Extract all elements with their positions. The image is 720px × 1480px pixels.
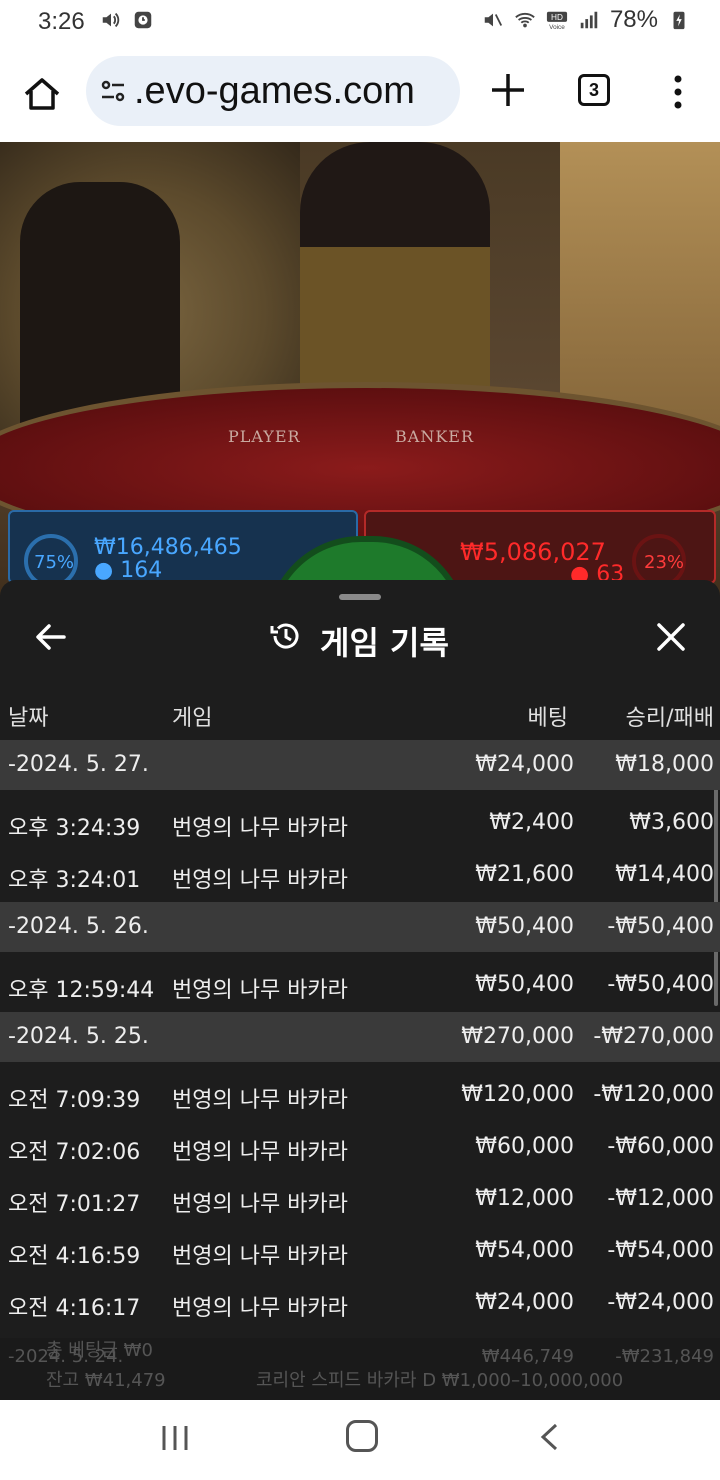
- history-row[interactable]: 오전 7:09:39 번영의 나무 바카라 ₩120,000 -₩120,000: [0, 1070, 720, 1122]
- player-amount: ₩16,486,465: [94, 535, 242, 560]
- total-bet: 총 베팅금 ₩0: [46, 1340, 153, 1361]
- site-settings-icon[interactable]: [98, 75, 130, 107]
- date-group-row[interactable]: -2024. 5. 26. ₩50,400 -₩50,400: [0, 902, 720, 952]
- history-row[interactable]: 오후 12:59:44 번영의 나무 바카라 ₩50,400 -₩50,400: [0, 960, 720, 1012]
- footer-overlay: -2024. 5. 24. ₩446,749 -₩231,849 총 베팅금 ₩…: [0, 1338, 720, 1400]
- column-header-winloss: 승리/패배: [625, 706, 714, 731]
- svg-text:Voice: Voice: [549, 24, 565, 31]
- battery-charging-icon: [673, 11, 685, 30]
- history-row[interactable]: 오후 3:24:01 번영의 나무 바카라 ₩21,600 ₩14,400: [0, 850, 720, 902]
- history-icon: [270, 623, 299, 649]
- wifi-icon: [515, 12, 535, 28]
- url-text: .evo-games.com: [134, 69, 415, 112]
- mute-icon: [484, 13, 503, 27]
- drag-handle[interactable]: [339, 594, 381, 600]
- player-pct: 75%: [34, 552, 75, 573]
- history-row[interactable]: 오전 4:16:17 번영의 나무 바카라 ₩24,000 -₩24,000: [0, 1278, 720, 1330]
- back-nav-icon[interactable]: [538, 1422, 560, 1452]
- system-nav-bar: [0, 1400, 720, 1480]
- column-header-game: 게임: [172, 706, 213, 731]
- history-table: -2024. 5. 27. ₩24,000 ₩18,000 오후 3:24:39…: [0, 740, 720, 1330]
- hd-voice-icon: HD Voice: [546, 11, 568, 31]
- player-felt-label: PLAYER: [228, 427, 301, 446]
- volume-icon: [102, 12, 120, 28]
- partial-bet: ₩446,749: [481, 1346, 574, 1367]
- more-options-icon[interactable]: [670, 72, 686, 112]
- close-icon[interactable]: [654, 620, 688, 654]
- status-bar: 3:26 HD Voice 78%: [0, 0, 720, 44]
- banker-pct: 23%: [644, 552, 685, 573]
- back-arrow-icon[interactable]: [34, 620, 68, 654]
- game-history-sheet: 게임 기록 날짜 게임 베팅 승리/패배 -2024. 5. 27. ₩24,0…: [0, 580, 720, 1400]
- new-tab-icon[interactable]: [488, 70, 528, 110]
- date-group-row[interactable]: -2024. 5. 25. ₩270,000 -₩270,000: [0, 1012, 720, 1062]
- history-row[interactable]: 오전 7:02:06 번영의 나무 바카라 ₩60,000 -₩60,000: [0, 1122, 720, 1174]
- home-icon[interactable]: [20, 72, 64, 116]
- sheet-title: 게임 기록: [320, 624, 449, 662]
- status-time: 3:26: [38, 8, 85, 35]
- svg-text:HD: HD: [551, 13, 563, 22]
- column-header-date: 날짜: [8, 706, 49, 731]
- tab-switcher-button[interactable]: 3: [578, 74, 610, 106]
- table-info: 코리안 스피드 바카라 D ₩1,000–10,000,000: [256, 1370, 624, 1391]
- browser-toolbar: .evo-games.com 3: [0, 44, 720, 142]
- banker-felt-label: BANKER: [395, 427, 474, 446]
- column-header-bet: 베팅: [527, 706, 568, 731]
- partial-winloss: -₩231,849: [615, 1346, 714, 1367]
- recent-apps-icon[interactable]: [160, 1424, 190, 1452]
- alarm-icon: [134, 11, 152, 29]
- signal-icon: [580, 11, 598, 29]
- history-row[interactable]: 오전 7:01:27 번영의 나무 바카라 ₩12,000 -₩12,000: [0, 1174, 720, 1226]
- battery-percent: 78%: [609, 6, 658, 33]
- date-group-row[interactable]: -2024. 5. 27. ₩24,000 ₩18,000: [0, 740, 720, 790]
- history-row[interactable]: 오전 4:16:59 번영의 나무 바카라 ₩54,000 -₩54,000: [0, 1226, 720, 1278]
- history-row[interactable]: 오후 3:24:39 번영의 나무 바카라 ₩2,400 ₩3,600: [0, 798, 720, 850]
- balance: 잔고 ₩41,479: [46, 1370, 166, 1391]
- home-nav-icon[interactable]: [346, 1420, 378, 1452]
- address-bar[interactable]: .evo-games.com: [86, 56, 460, 126]
